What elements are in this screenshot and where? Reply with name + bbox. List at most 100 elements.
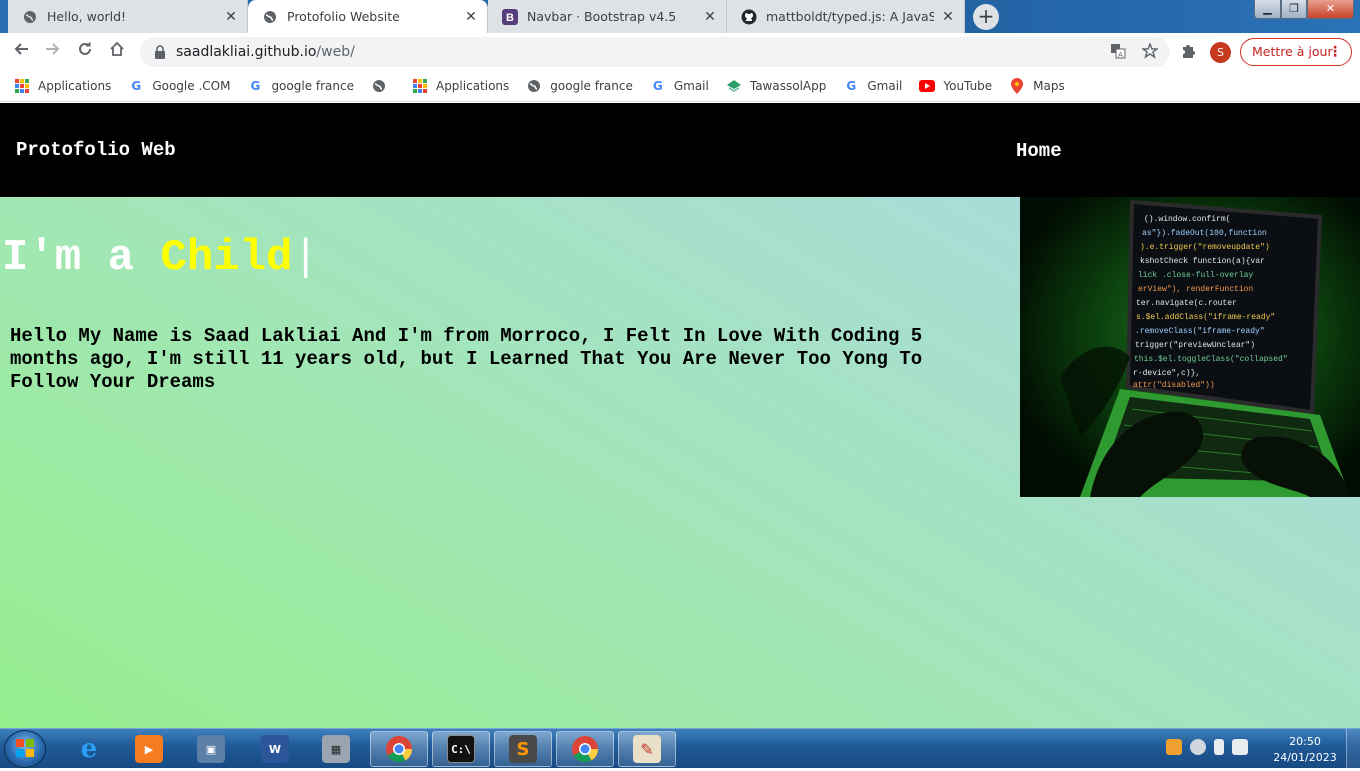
forward-arrow-icon[interactable] xyxy=(41,40,65,64)
close-tab-icon[interactable]: ✕ xyxy=(463,9,479,25)
start-button-icon[interactable] xyxy=(4,730,46,768)
taskbar-clock[interactable]: 20:50 24/01/2023 xyxy=(1270,734,1340,766)
command-prompt-icon[interactable]: C:\ xyxy=(432,731,490,767)
lock-icon[interactable] xyxy=(154,45,166,59)
new-tab-button[interactable]: + xyxy=(973,4,999,30)
svg-text:s.$el.addClass("iframe-ready": s.$el.addClass("iframe-ready" xyxy=(1136,313,1275,322)
globe-icon xyxy=(262,9,278,25)
url-host: saadlakliai.github.io xyxy=(176,44,317,60)
bookmark-label: TawassolApp xyxy=(749,79,827,93)
globe-icon xyxy=(371,78,387,94)
update-chrome-button[interactable]: Mettre à jour ⋮ xyxy=(1240,38,1352,66)
bookmark-google-france-2[interactable]: google france xyxy=(526,78,633,94)
headline-typed-word: Child xyxy=(160,233,293,283)
bookmark-label: Applications xyxy=(38,79,112,93)
tray-app-icon[interactable] xyxy=(1166,739,1182,755)
youtube-icon xyxy=(919,78,936,94)
nav-link-home[interactable]: Home xyxy=(1016,140,1062,162)
github-icon xyxy=(741,9,757,25)
tab-hello-world[interactable]: Hello, world! ✕ xyxy=(8,0,248,33)
web-page: Protofolio Web Home I'm a Child| Hello M… xyxy=(0,103,1360,728)
battery-icon[interactable] xyxy=(1214,739,1224,755)
bookmark-star-icon[interactable] xyxy=(1140,42,1160,63)
bookmark-label: Google .COM xyxy=(152,79,231,93)
bookmark-applications-2[interactable]: Applications xyxy=(412,78,509,94)
svg-text:lick .close-full-overlay: lick .close-full-overlay xyxy=(1138,271,1253,280)
bookmark-label: Maps xyxy=(1033,79,1065,93)
extensions-puzzle-icon[interactable] xyxy=(1180,43,1196,63)
svg-text:erView"), renderFunction: erView"), renderFunction xyxy=(1138,285,1253,294)
bookmark-label: Gmail xyxy=(673,79,709,93)
microsoft-word-icon[interactable]: W xyxy=(246,731,304,767)
url-path: /web/ xyxy=(316,44,355,60)
close-tab-icon[interactable]: ✕ xyxy=(940,9,956,25)
google-icon: G xyxy=(131,79,142,93)
bookmark-maps[interactable]: Maps xyxy=(1009,78,1065,94)
svg-text:B: B xyxy=(506,12,514,24)
close-window-icon[interactable]: ✕ xyxy=(1307,0,1354,19)
tab-title: Hello, world! xyxy=(47,9,127,24)
tab-navbar-bootstrap[interactable]: B Navbar · Bootstrap v4.5 ✕ xyxy=(488,0,727,33)
site-brand[interactable]: Protofolio Web xyxy=(16,139,176,161)
bookmark-gmail-2[interactable]: G Gmail xyxy=(843,78,902,94)
svg-text:this.$el.toggleClass("collapse: this.$el.toggleClass("collapsed" xyxy=(1134,355,1288,364)
intro-paragraph: Hello My Name is Saad Lakliai And I'm fr… xyxy=(10,325,923,393)
reload-icon[interactable] xyxy=(73,40,97,64)
browser-tab-strip: Hello, world! ✕ Protofolio Website ✕ B N… xyxy=(0,0,1360,33)
translate-icon[interactable]: A xyxy=(1110,43,1126,63)
bookmark-youtube[interactable]: YouTube xyxy=(919,78,992,94)
sublime-text-icon[interactable]: S xyxy=(494,731,552,767)
home-icon[interactable] xyxy=(105,40,129,64)
network-computer-icon[interactable]: ▣ xyxy=(182,731,240,767)
tawassol-icon xyxy=(726,78,742,94)
clock-date: 24/01/2023 xyxy=(1273,751,1337,764)
typing-cursor: | xyxy=(292,233,319,283)
profile-avatar[interactable]: S xyxy=(1210,42,1231,63)
maximize-window-icon[interactable]: ❐ xyxy=(1281,0,1307,19)
back-arrow-icon[interactable] xyxy=(9,40,33,64)
internet-explorer-icon[interactable]: e xyxy=(60,731,118,767)
google-icon: G xyxy=(652,79,663,93)
close-tab-icon[interactable]: ✕ xyxy=(223,9,239,25)
svg-text:r-device",c)},: r-device",c)}, xyxy=(1133,369,1200,378)
tab-typed-js-github[interactable]: mattboldt/typed.js: A JavaScript T ✕ xyxy=(727,0,965,33)
bookmark-label: Applications xyxy=(435,79,510,93)
bookmark-label: YouTube xyxy=(943,79,993,93)
site-navbar: Protofolio Web Home xyxy=(0,103,1360,197)
chrome-taskbar-icon-2[interactable] xyxy=(556,731,614,767)
minimize-window-icon[interactable]: ▁ xyxy=(1254,0,1281,19)
paint-icon[interactable]: ✎ xyxy=(618,731,676,767)
more-menu-icon[interactable]: ⋮ xyxy=(1328,39,1342,65)
apps-grid-icon xyxy=(14,78,30,94)
bookmark-google-france[interactable]: G google france xyxy=(247,78,354,94)
update-button-label: Mettre à jour xyxy=(1252,44,1333,59)
apps-grid-icon xyxy=(412,78,428,94)
svg-text:).e.trigger("removeupdate"): ).e.trigger("removeupdate") xyxy=(1140,243,1270,252)
tab-protofolio-website[interactable]: Protofolio Website ✕ xyxy=(248,0,488,33)
bookmarks-bar: Applications G Google .COM G google fran… xyxy=(0,71,1360,102)
bookmark-gmail[interactable]: G Gmail xyxy=(650,78,709,94)
calculator-icon[interactable]: ▦ xyxy=(307,731,365,767)
svg-text:.removeClass("iframe-ready": .removeClass("iframe-ready" xyxy=(1135,327,1265,336)
chrome-taskbar-icon[interactable] xyxy=(370,731,428,767)
google-icon: G xyxy=(250,79,261,93)
hero-headline: I'm a Child| xyxy=(2,233,319,283)
address-bar[interactable]: saadlakliai.github.io/web/ A xyxy=(140,37,1170,67)
browser-toolbar: saadlakliai.github.io/web/ A S Mettre à … xyxy=(0,33,1360,71)
bookmark-globe[interactable] xyxy=(371,78,395,94)
tray-network-icon[interactable] xyxy=(1190,739,1206,755)
action-center-flag-icon[interactable] xyxy=(1232,739,1248,755)
close-tab-icon[interactable]: ✕ xyxy=(702,9,718,25)
show-desktop-button[interactable] xyxy=(1346,729,1360,769)
hero-section: I'm a Child| Hello My Name is Saad Lakli… xyxy=(0,197,1360,728)
svg-text:trigger("previewUnclear"): trigger("previewUnclear") xyxy=(1135,341,1255,350)
bookmark-applications[interactable]: Applications xyxy=(14,78,111,94)
svg-text:kshotCheck function(a){var: kshotCheck function(a){var xyxy=(1140,257,1265,266)
chrome-icon xyxy=(385,735,413,763)
tab-title: Protofolio Website xyxy=(287,9,400,24)
bookmark-google-com[interactable]: G Google .COM xyxy=(128,78,230,94)
bookmark-label: Gmail xyxy=(867,79,903,93)
media-player-icon[interactable]: ▶ xyxy=(120,731,178,767)
bookmark-tawassolapp[interactable]: TawassolApp xyxy=(726,78,827,94)
maps-icon xyxy=(1009,78,1025,94)
